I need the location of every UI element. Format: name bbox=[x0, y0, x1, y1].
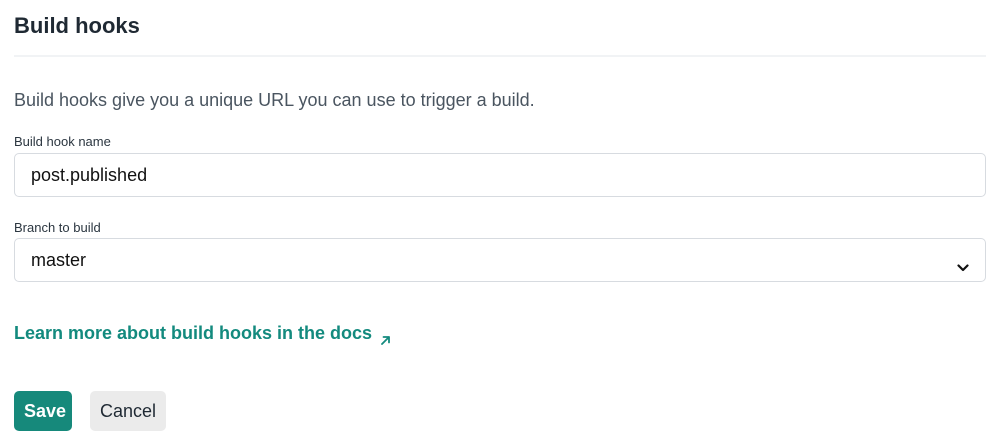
section-divider bbox=[14, 55, 986, 57]
cancel-button[interactable]: Cancel bbox=[90, 391, 166, 431]
build-hook-name-input[interactable] bbox=[14, 153, 986, 197]
external-arrow-icon bbox=[380, 328, 391, 345]
branch-select-value: master bbox=[31, 249, 87, 270]
docs-link[interactable]: Learn more about build hooks in the docs bbox=[14, 321, 391, 345]
docs-link-text: Learn more about build hooks in the docs bbox=[14, 323, 373, 343]
save-button[interactable]: Save bbox=[14, 391, 72, 431]
branch-label: Branch to build bbox=[14, 220, 101, 235]
build-hook-name-label: Build hook name bbox=[14, 134, 111, 149]
section-description: Build hooks give you a unique URL you ca… bbox=[14, 90, 535, 110]
section-title: Build hooks bbox=[14, 13, 140, 38]
branch-select[interactable]: master bbox=[14, 238, 986, 282]
chevron-down-icon bbox=[957, 256, 969, 272]
